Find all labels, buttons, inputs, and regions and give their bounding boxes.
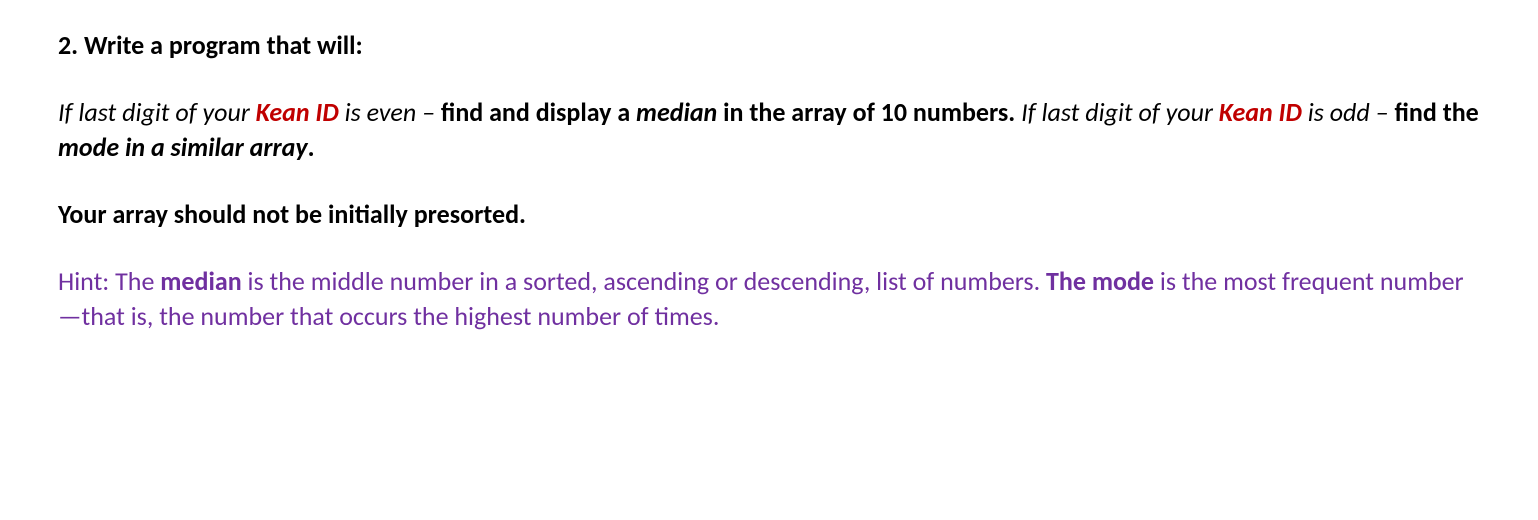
cond-even-mid: is even – [339,96,441,128]
instr-even-a: find and display a [441,96,636,128]
median-term: median [636,96,717,128]
question-body: If last digit of your Kean ID is even – … [58,95,1480,165]
hint-paragraph: Hint: The median is the middle number in… [58,264,1480,334]
hint-median-def: is the middle number in a sorted, ascend… [242,265,1046,297]
array-note: Your array should not be initially preso… [58,197,1480,232]
cond-odd-pre: If last digit of your [1021,96,1219,128]
cond-odd-mid: is odd – [1302,96,1395,128]
mode-term: mode in a similar array [58,131,308,163]
cond-even-pre: If last digit of your [58,96,256,128]
hint-prefix: Hint: The [58,265,160,297]
question-heading: 2. Write a program that will: [58,28,1480,63]
kean-id-2: Kean ID [1219,96,1302,128]
instr-even-b: in the array of 10 numbers. [717,96,1021,128]
instr-odd-a: find the [1395,96,1479,128]
hint-median-term: median [160,265,241,297]
instr-odd-b: . [308,131,315,163]
hint-mode-term: The mode [1046,265,1154,297]
kean-id-1: Kean ID [256,96,339,128]
